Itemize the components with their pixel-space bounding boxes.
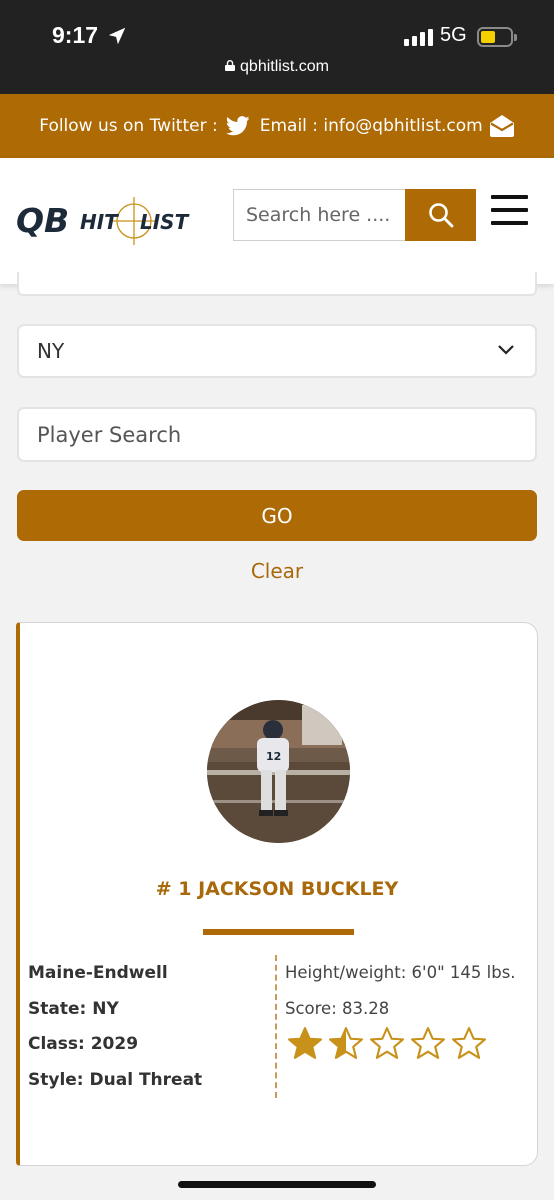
header-search [233, 189, 476, 241]
email-link[interactable]: Email : info@qbhitlist.com [260, 114, 515, 138]
lock-icon [225, 60, 236, 71]
email-label: Email : info@qbhitlist.com [259, 116, 483, 136]
player-class: Class: 2029 [28, 1034, 139, 1054]
player-avatar: 12 [207, 700, 350, 843]
star-empty-icon [411, 1027, 445, 1059]
player-info-left: Maine-Endwell State: NY Class: 2029 Styl… [28, 960, 268, 1102]
twitter-link[interactable]: Follow us on Twitter : [39, 116, 250, 136]
state-select[interactable]: NY [17, 324, 537, 378]
battery-icon [477, 27, 517, 47]
search-icon [428, 203, 453, 228]
player-search-input[interactable] [17, 407, 537, 462]
star-half-icon [329, 1027, 363, 1059]
status-time: 9:17 [52, 22, 99, 48]
envelope-open-icon [489, 115, 514, 137]
status-bar: 9:17 5G qbhitlist.com [0, 0, 554, 94]
logo-qb-text: QB [16, 201, 69, 240]
clear-link[interactable]: Clear [0, 559, 554, 583]
home-indicator [178, 1181, 376, 1188]
player-style: Style: Dual Threat [28, 1069, 203, 1090]
go-button[interactable]: GO [17, 490, 537, 541]
star-full-icon [288, 1027, 322, 1059]
twitter-icon [225, 116, 250, 136]
signal-icon [404, 29, 434, 46]
star-empty-icon [452, 1027, 486, 1059]
star-empty-icon [370, 1027, 404, 1059]
hamburger-menu-icon[interactable] [491, 195, 528, 225]
player-photo: 12 [207, 700, 350, 843]
previous-filter-field[interactable] [17, 272, 537, 296]
player-school: Maine-Endwell [28, 963, 168, 983]
twitter-label: Follow us on Twitter : [39, 116, 218, 136]
star-rating [286, 1026, 488, 1060]
logo-list-text: LIST [140, 210, 190, 234]
player-name[interactable]: # 1 JACKSON BUCKLEY [0, 878, 554, 900]
info-divider [275, 955, 277, 1098]
player-info-right: Height/weight: 6'0" 145 lbs. Score: 83.2… [285, 960, 545, 1031]
chevron-down-icon [498, 345, 514, 355]
url-bar[interactable]: qbhitlist.com [0, 58, 554, 76]
logo-hit-text: HIT [80, 210, 119, 234]
state-select-value: NY [37, 339, 65, 363]
search-input[interactable] [233, 189, 405, 241]
url-text: qbhitlist.com [240, 58, 329, 75]
jersey-number: 12 [266, 750, 281, 763]
social-topbar: Follow us on Twitter : Email : info@qbhi… [0, 94, 554, 158]
name-underline [203, 929, 354, 935]
search-button[interactable] [405, 189, 476, 241]
player-state: State: NY [28, 998, 119, 1019]
player-height-weight: Height/weight: 6'0" 145 lbs. [285, 963, 516, 982]
network-label: 5G [440, 24, 467, 46]
qb-hit-list-logo[interactable]: QB HIT LIST [16, 195, 196, 245]
location-arrow-icon [108, 27, 126, 45]
